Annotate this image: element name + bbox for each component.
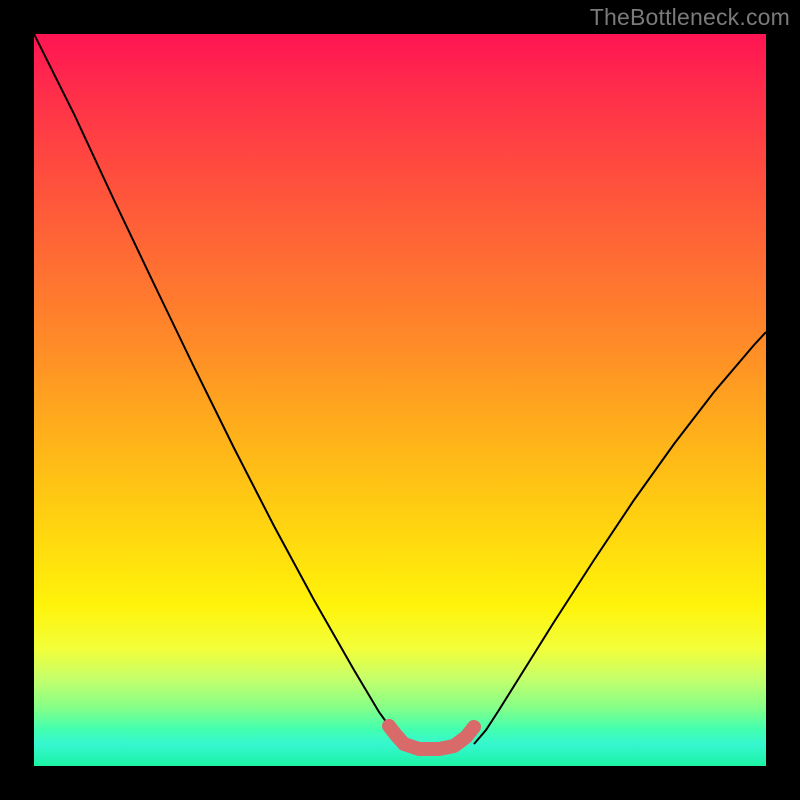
chart-svg: [34, 34, 766, 766]
watermark-text: TheBottleneck.com: [590, 4, 790, 31]
chart-frame: TheBottleneck.com: [0, 0, 800, 800]
series-left-curve: [34, 34, 404, 744]
series-right-curve: [474, 332, 766, 744]
series-valley-highlight: [389, 726, 474, 749]
chart-plot-area: [34, 34, 766, 766]
